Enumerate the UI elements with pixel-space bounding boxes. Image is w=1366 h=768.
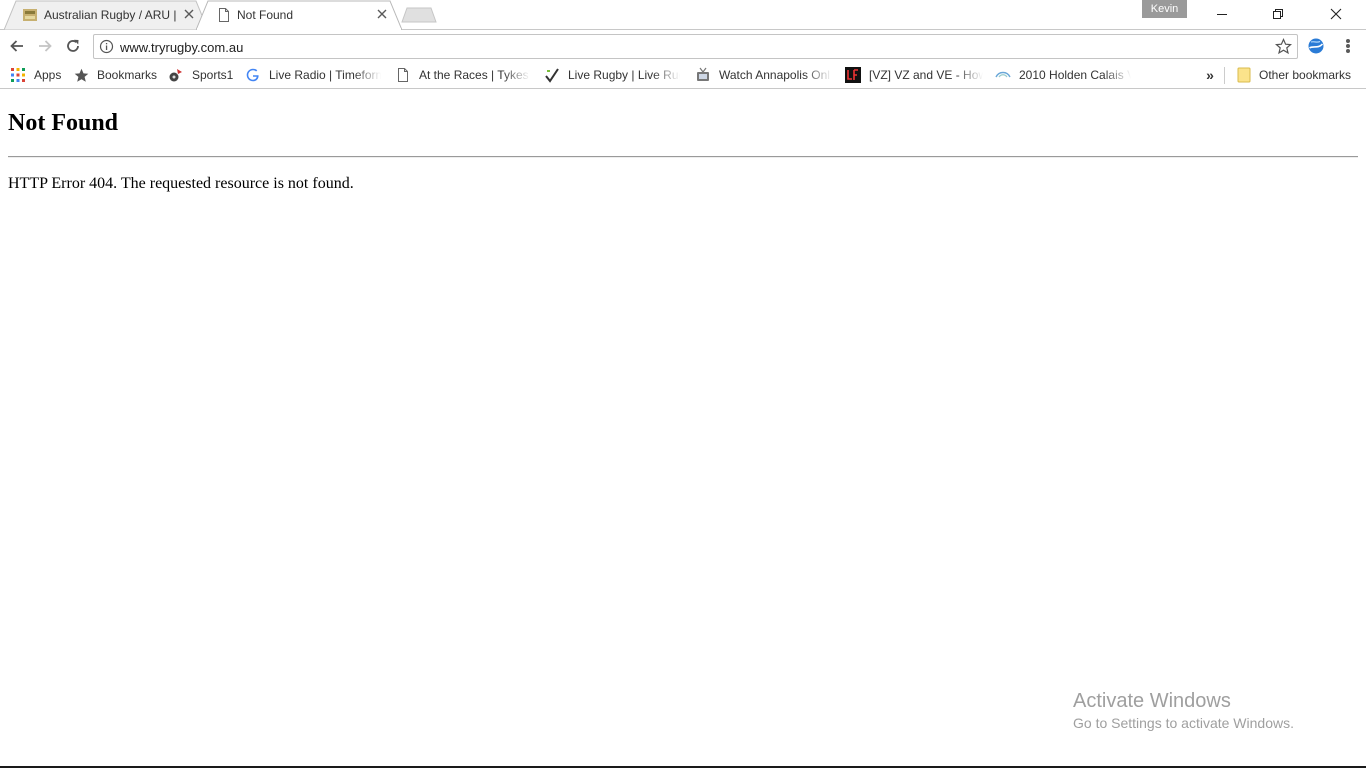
- tab-australian-rugby[interactable]: Australian Rugby / ARU |: [4, 0, 208, 30]
- arrow-left-icon: [10, 40, 23, 52]
- bookmark-sports1[interactable]: Sports1: [168, 66, 238, 84]
- restore-icon: [1273, 9, 1283, 19]
- rugby-favicon-icon: [23, 9, 37, 21]
- menu-dot: [1346, 49, 1350, 53]
- browser-toolbar: www.tryrugby.com.au: [0, 30, 1366, 62]
- watermark-title: Activate Windows: [1073, 690, 1231, 712]
- bookmark-label: 2010 Holden Calais V: [1019, 68, 1131, 82]
- bookmark-label: Other bookmarks: [1259, 68, 1352, 82]
- back-button[interactable]: [7, 36, 27, 56]
- close-icon: [1330, 8, 1342, 20]
- bookmarks-overflow-button[interactable]: »: [1203, 66, 1217, 84]
- checkmark-icon: [544, 67, 560, 83]
- bookmark-vz-ve[interactable]: [VZ] VZ and VE - How: [845, 66, 983, 84]
- bookmark-label: At the Races | TykesT: [419, 68, 530, 82]
- info-icon[interactable]: [99, 39, 114, 54]
- vz-icon: [845, 67, 861, 83]
- address-bar[interactable]: www.tryrugby.com.au: [93, 34, 1298, 59]
- google-icon: [245, 67, 261, 83]
- bookmark-label: Live Radio | Timeform: [269, 68, 381, 82]
- address-url[interactable]: www.tryrugby.com.au: [120, 40, 243, 55]
- reload-button[interactable]: [63, 36, 83, 56]
- apps-grid-icon: [10, 67, 26, 83]
- error-message: HTTP Error 404. The requested resource i…: [8, 175, 354, 192]
- wave-icon: [995, 67, 1011, 83]
- bookmark-at-the-races[interactable]: At the Races | TykesT: [395, 66, 530, 84]
- tv-icon: [695, 67, 711, 83]
- page-content: Not Found HTTP Error 404. The requested …: [0, 90, 1366, 766]
- bookmark-live-radio[interactable]: Live Radio | Timeform: [245, 66, 381, 84]
- minimize-button[interactable]: [1199, 0, 1245, 28]
- horizontal-rule: [8, 156, 1358, 158]
- menu-dot: [1346, 39, 1350, 43]
- activation-watermark: Activate Windows Go to Settings to activ…: [1073, 689, 1294, 732]
- chrome-menu-icon[interactable]: [1340, 37, 1356, 55]
- new-tab-icon[interactable]: [401, 7, 437, 23]
- tab-close-icon[interactable]: [182, 7, 196, 21]
- bookmark-label: [VZ] VZ and VE - How: [869, 68, 983, 82]
- watermark-subtitle: Go to Settings to activate Windows.: [1073, 715, 1294, 731]
- chevron-double-right-icon: »: [1206, 67, 1214, 83]
- bookmark-apps[interactable]: Apps: [10, 66, 68, 84]
- minimize-icon: [1217, 14, 1227, 15]
- reload-icon: [67, 39, 79, 52]
- bookmarks-bar: Apps Bookmarks Sports1 Live Radio | Time…: [0, 62, 1366, 89]
- bookmark-label: Sports1: [192, 68, 234, 82]
- forward-button[interactable]: [35, 36, 55, 56]
- bookmark-live-rugby[interactable]: Live Rugby | Live Rug: [544, 66, 680, 84]
- bookmark-other-bookmarks[interactable]: Other bookmarks: [1236, 66, 1362, 84]
- bookmark-label: Bookmarks: [97, 68, 158, 82]
- bookmark-label: Apps: [34, 68, 62, 82]
- sports-icon: [168, 67, 184, 83]
- page-title: Not Found: [8, 110, 119, 136]
- tab-title: Not Found: [237, 8, 294, 22]
- bookmark-label: Watch Annapolis Onl: [719, 68, 830, 82]
- extension-globe-icon[interactable]: [1307, 37, 1325, 55]
- bookmark-holden-calais[interactable]: 2010 Holden Calais V: [995, 66, 1131, 84]
- tab-title: Australian Rugby / ARU |: [44, 8, 177, 22]
- star-icon[interactable]: [1275, 38, 1292, 55]
- page-icon: [219, 8, 229, 22]
- tab-not-found[interactable]: Not Found: [196, 0, 402, 30]
- bookmark-watch-annapolis[interactable]: Watch Annapolis Onl: [695, 66, 832, 84]
- tab-strip: Australian Rugby / ARU | Not Found Kevin: [0, 0, 1366, 30]
- star-icon: [73, 67, 89, 83]
- bookmark-label: Live Rugby | Live Rug: [568, 68, 680, 82]
- restore-button[interactable]: [1255, 0, 1301, 28]
- page-icon: [395, 67, 411, 83]
- close-window-button[interactable]: [1313, 0, 1359, 28]
- bookmarks-divider: [1224, 67, 1225, 84]
- profile-badge[interactable]: Kevin: [1142, 0, 1187, 18]
- menu-dot: [1346, 44, 1350, 48]
- arrow-right-icon: [39, 40, 52, 52]
- tab-close-icon[interactable]: [375, 7, 389, 21]
- folder-icon: [1236, 67, 1252, 83]
- bookmark-bookmarks[interactable]: Bookmarks: [73, 66, 163, 84]
